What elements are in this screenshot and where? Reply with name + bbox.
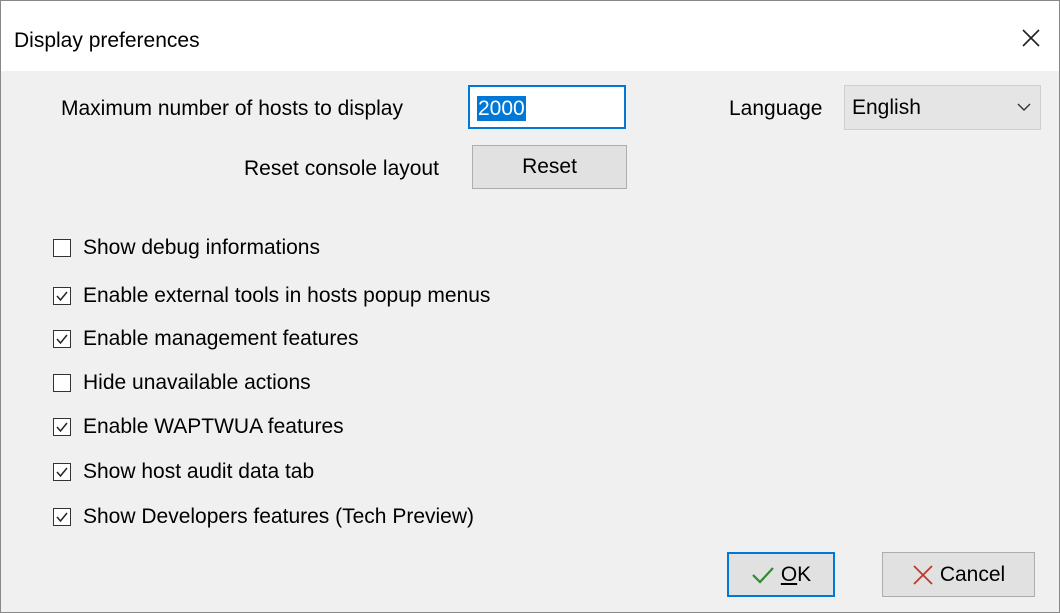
checkbox[interactable] <box>53 330 71 348</box>
checkmark-icon <box>56 422 68 433</box>
option-audit-tab[interactable]: Show host audit data tab <box>53 460 314 484</box>
language-value: English <box>852 96 921 119</box>
option-show-debug[interactable]: Show debug informations <box>53 236 320 260</box>
ok-label: OK <box>781 563 811 587</box>
language-label: Language <box>729 97 823 120</box>
close-button[interactable] <box>1003 15 1059 61</box>
option-hide-unavailable[interactable]: Hide unavailable actions <box>53 371 311 395</box>
cancel-button[interactable]: Cancel <box>882 552 1035 597</box>
x-cross-icon <box>913 564 933 585</box>
cancel-label: Cancel <box>939 562 1006 586</box>
checkmark-icon <box>56 467 68 478</box>
option-developer-features[interactable]: Show Developers features (Tech Preview) <box>53 505 474 529</box>
close-icon <box>1022 29 1040 47</box>
option-label: Enable WAPTWUA features <box>83 415 344 438</box>
option-label: Show Developers features (Tech Preview) <box>83 505 475 528</box>
checkbox[interactable] <box>53 374 71 392</box>
option-label: Show host audit data tab <box>83 460 315 483</box>
max-hosts-input[interactable]: 2000 <box>468 85 626 129</box>
reset-button[interactable]: Reset <box>472 145 627 189</box>
option-label: Enable external tools in hosts popup men… <box>83 284 491 307</box>
option-external-tools[interactable]: Enable external tools in hosts popup men… <box>53 284 490 308</box>
checkbox[interactable] <box>53 463 71 481</box>
title-bar: Display preferences <box>1 1 1059 71</box>
option-management-features[interactable]: Enable management features <box>53 327 359 351</box>
option-waptwua[interactable]: Enable WAPTWUA features <box>53 415 344 439</box>
checkmark-icon <box>752 566 774 584</box>
max-hosts-value: 2000 <box>477 96 526 121</box>
checkmark-icon <box>56 334 68 345</box>
chevron-down-icon <box>1017 103 1031 111</box>
ok-mnemonic: O <box>780 562 798 586</box>
max-hosts-label: Maximum number of hosts to display <box>61 97 403 120</box>
option-label: Enable management features <box>83 327 359 350</box>
language-select[interactable]: English <box>844 85 1041 130</box>
checkbox[interactable] <box>53 287 71 305</box>
ok-label-rest: K <box>797 562 812 586</box>
option-label: Hide unavailable actions <box>83 371 311 394</box>
checkmark-icon <box>56 291 68 302</box>
ok-button[interactable]: OK <box>727 552 835 597</box>
checkmark-icon <box>56 512 68 523</box>
option-label: Show debug informations <box>83 236 320 259</box>
checkbox[interactable] <box>53 418 71 436</box>
dialog-title: Display preferences <box>14 29 200 52</box>
reset-layout-label: Reset console layout <box>244 157 439 180</box>
checkbox[interactable] <box>53 508 71 526</box>
checkbox[interactable] <box>53 239 71 257</box>
dialog-window: Display preferences Maximum number of ho… <box>0 0 1060 613</box>
